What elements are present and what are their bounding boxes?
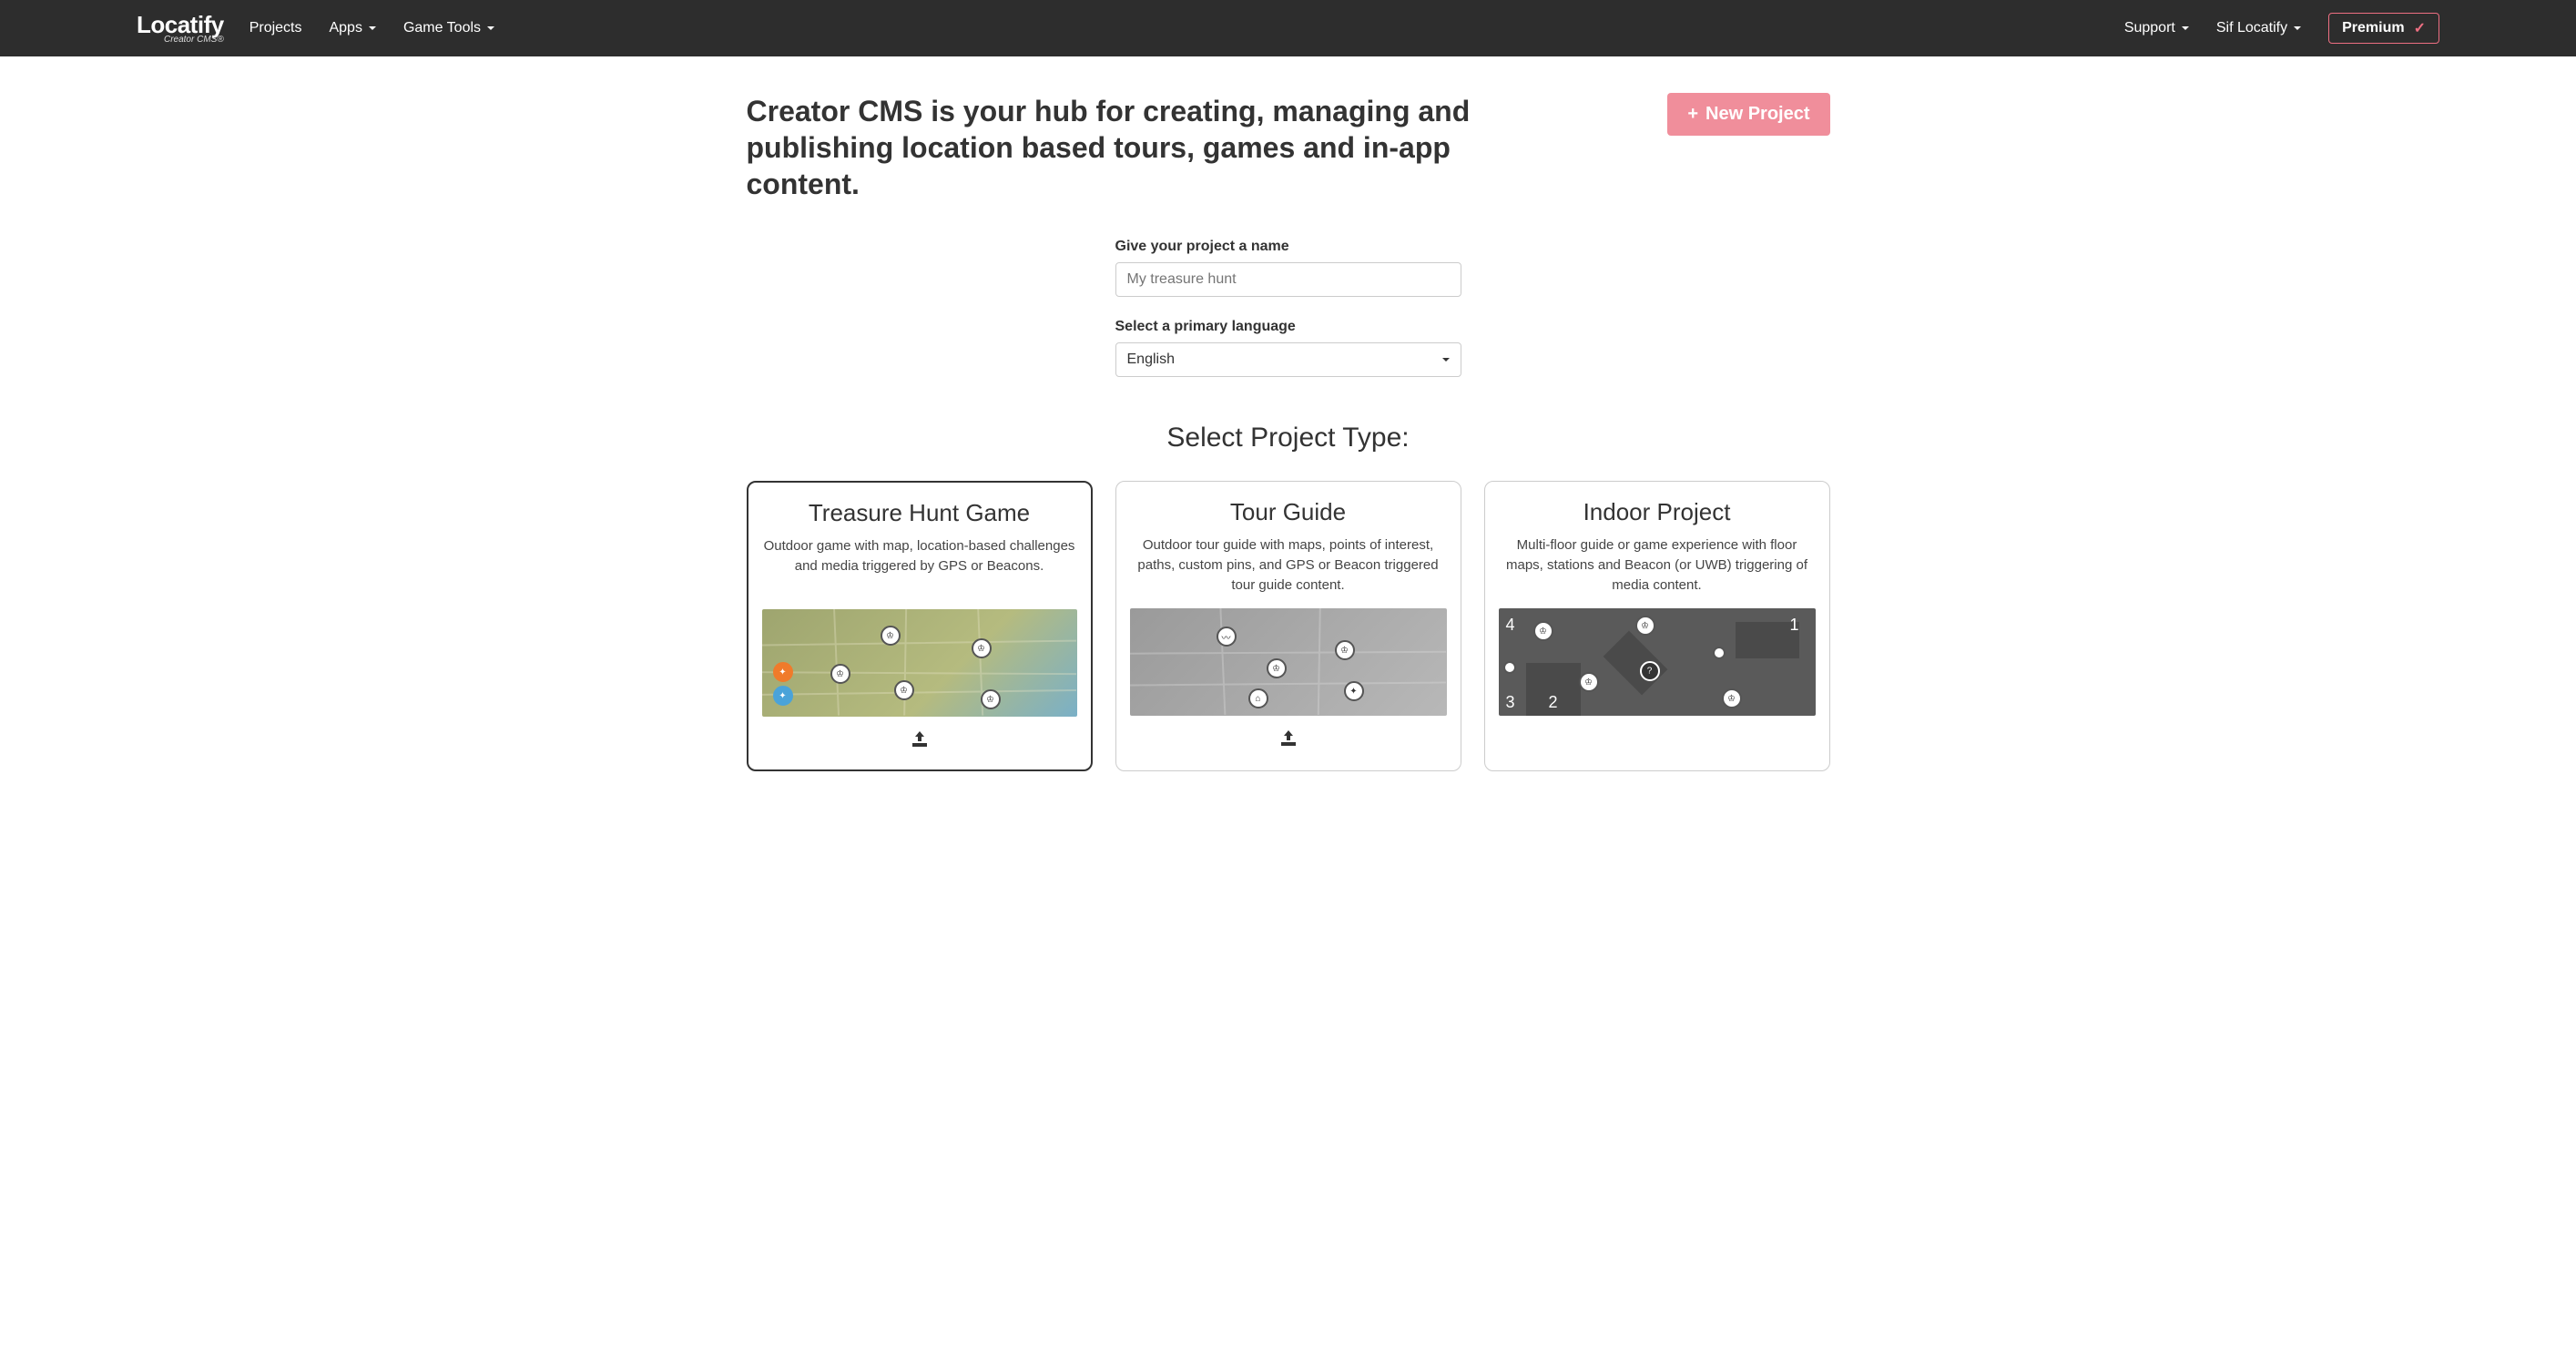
map-pin-icon: ♔ bbox=[1579, 672, 1599, 692]
card-preview-image: ♔ ♔ ♔ ♔ ♔ ✦ ✦ bbox=[762, 609, 1077, 717]
nav-game-tools[interactable]: Game Tools bbox=[403, 20, 494, 36]
card-indoor-project[interactable]: Indoor Project Multi-floor guide or game… bbox=[1484, 481, 1830, 771]
language-label: Select a primary language bbox=[1115, 319, 1461, 335]
map-pin-icon: ⌂ bbox=[1248, 688, 1268, 708]
nav-left: Projects Apps Game Tools bbox=[249, 20, 494, 36]
map-roads-icon bbox=[1130, 608, 1447, 715]
brand-title: Locatify bbox=[137, 13, 224, 36]
dot-icon bbox=[1713, 647, 1726, 659]
premium-badge[interactable]: Premium ✓ bbox=[2328, 13, 2439, 44]
map-pin-icon: ♔ bbox=[981, 689, 1001, 709]
project-name-input[interactable] bbox=[1115, 262, 1461, 297]
card-preview-image: 4 1 2 3 ♔ ♔ ♔ ♔ ? bbox=[1499, 608, 1816, 716]
player-pin-icon: ✦ bbox=[773, 686, 793, 706]
page-title: Creator CMS is your hub for creating, ma… bbox=[747, 93, 1521, 202]
map-pin-icon: ♔ bbox=[1267, 658, 1287, 678]
caret-down-icon bbox=[369, 26, 376, 30]
caret-down-icon bbox=[1442, 358, 1450, 362]
nav-projects[interactable]: Projects bbox=[249, 20, 302, 36]
new-project-button[interactable]: + New Project bbox=[1667, 93, 1829, 136]
project-type-cards: Treasure Hunt Game Outdoor game with map… bbox=[747, 481, 1830, 771]
map-pin-icon: ♔ bbox=[881, 626, 901, 646]
map-pin-icon: ✦ bbox=[1344, 681, 1364, 701]
map-pin-icon: ♔ bbox=[1722, 688, 1742, 708]
map-roads-icon bbox=[762, 609, 1077, 716]
name-label: Give your project a name bbox=[1115, 239, 1461, 255]
navbar: Locatify Creator CMS® Projects Apps Game… bbox=[0, 0, 2576, 56]
card-title: Indoor Project bbox=[1499, 498, 1816, 526]
upload-icon[interactable] bbox=[762, 729, 1077, 753]
player-pin-icon: ✦ bbox=[773, 662, 793, 682]
main-container: Creator CMS is your hub for creating, ma… bbox=[733, 56, 1844, 771]
map-pin-icon: ♔ bbox=[894, 680, 914, 700]
map-pin-icon: ♔ bbox=[1533, 621, 1553, 641]
plus-icon: + bbox=[1687, 104, 1698, 125]
card-treasure-hunt[interactable]: Treasure Hunt Game Outdoor game with map… bbox=[747, 481, 1093, 771]
upload-icon[interactable] bbox=[1130, 729, 1447, 752]
dot-icon bbox=[1503, 661, 1516, 674]
project-form: Give your project a name Select a primar… bbox=[1115, 239, 1461, 377]
brand-logo[interactable]: Locatify Creator CMS® bbox=[137, 13, 224, 45]
map-pin-icon: ♔ bbox=[1635, 616, 1655, 636]
card-description: Outdoor game with map, location-based ch… bbox=[762, 536, 1077, 596]
language-select[interactable]: English bbox=[1115, 342, 1461, 377]
project-type-title: Select Project Type: bbox=[747, 423, 1830, 453]
caret-down-icon bbox=[487, 26, 494, 30]
map-pin-icon: 〰 bbox=[1217, 627, 1237, 647]
caret-down-icon bbox=[2182, 26, 2189, 30]
map-pin-icon: ♔ bbox=[1335, 640, 1355, 660]
check-icon: ✓ bbox=[2414, 19, 2426, 37]
map-pin-icon: ♔ bbox=[830, 664, 850, 684]
nav-apps[interactable]: Apps bbox=[329, 20, 375, 36]
card-tour-guide[interactable]: Tour Guide Outdoor tour guide with maps,… bbox=[1115, 481, 1461, 771]
nav-support[interactable]: Support bbox=[2124, 20, 2189, 36]
nav-right: Support Sif Locatify Premium ✓ bbox=[2124, 13, 2439, 44]
caret-down-icon bbox=[2294, 26, 2301, 30]
card-title: Treasure Hunt Game bbox=[762, 499, 1077, 527]
card-title: Tour Guide bbox=[1130, 498, 1447, 526]
hero-section: Creator CMS is your hub for creating, ma… bbox=[747, 93, 1830, 202]
card-description: Multi-floor guide or game experience wit… bbox=[1499, 535, 1816, 596]
map-pin-icon: ♔ bbox=[972, 638, 992, 658]
nav-user[interactable]: Sif Locatify bbox=[2216, 20, 2301, 36]
brand-subtitle: Creator CMS® bbox=[137, 35, 224, 45]
card-preview-image: 〰 ♔ ♔ ⌂ ✦ bbox=[1130, 608, 1447, 716]
card-description: Outdoor tour guide with maps, points of … bbox=[1130, 535, 1447, 596]
